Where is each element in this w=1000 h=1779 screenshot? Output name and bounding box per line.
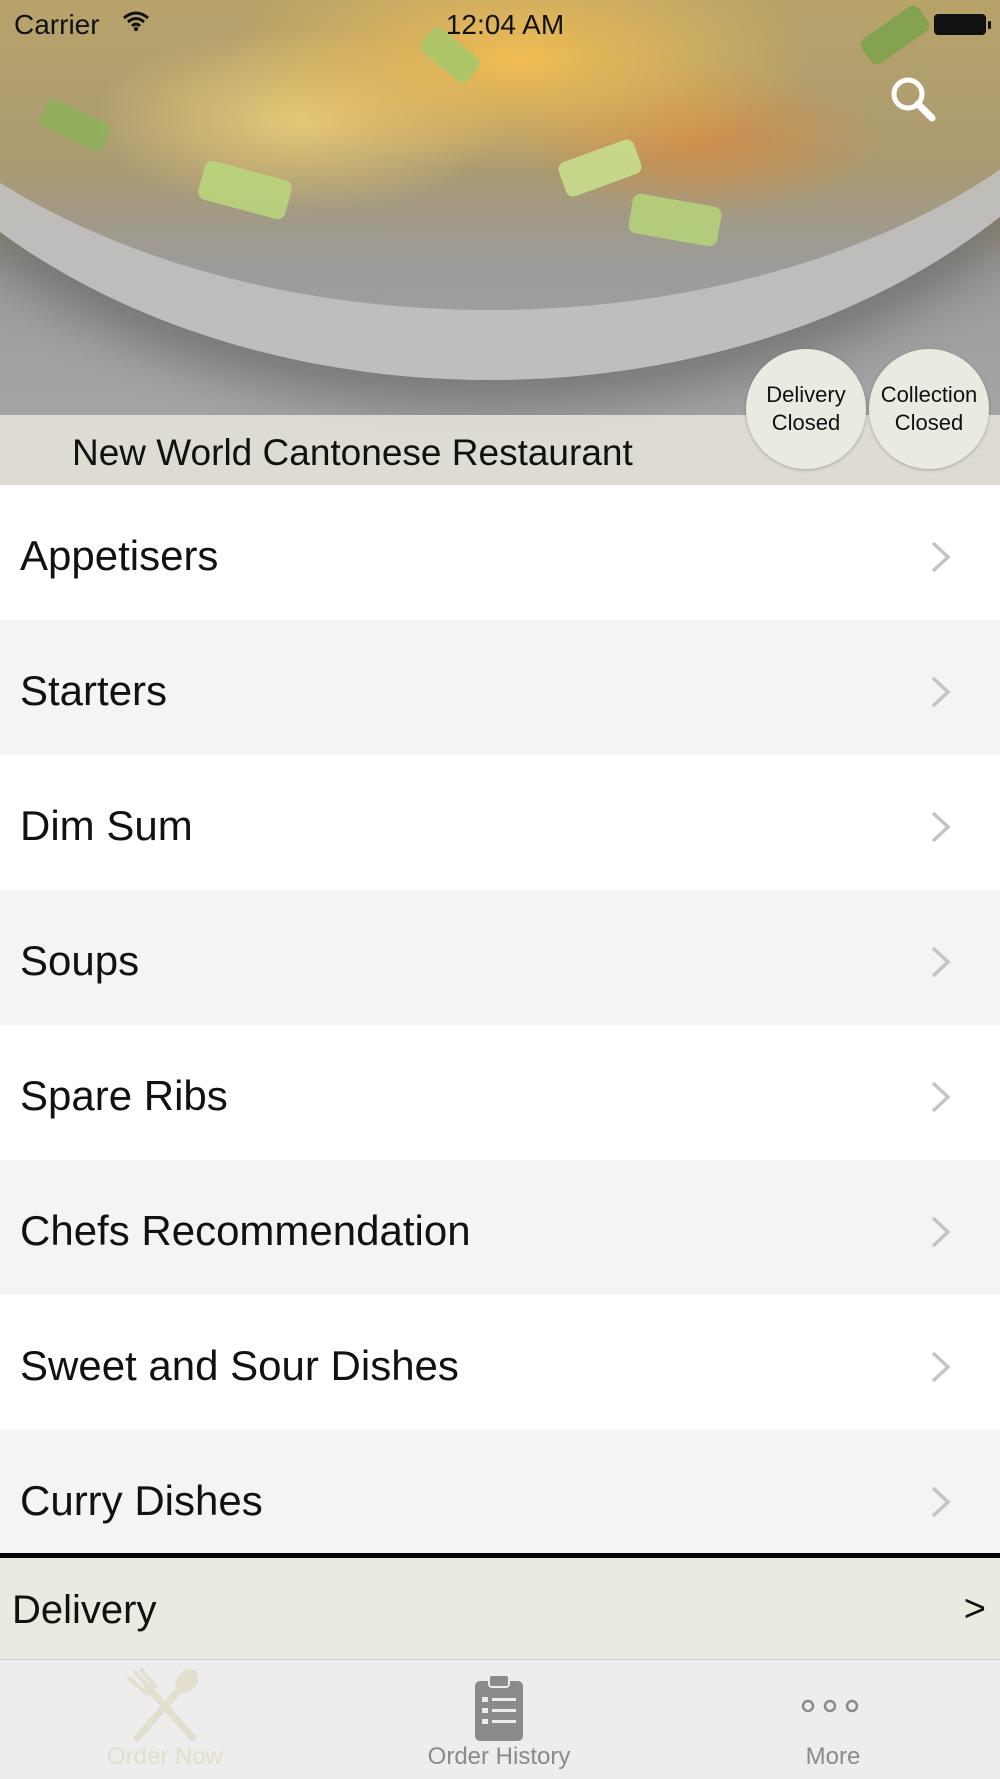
delivery-status-line2: Closed (771, 410, 841, 435)
chevron-right-icon (931, 946, 951, 978)
hero-image: Carrier 12:04 AM New World Cantonese Res… (0, 0, 1000, 485)
menu-item-starters[interactable]: Starters (0, 620, 1000, 755)
tab-order-now[interactable]: Order Now (40, 1660, 290, 1779)
tab-label: Order History (427, 1743, 571, 1770)
menu-item-label: Chefs Recommendation (20, 1207, 471, 1254)
tab-order-history[interactable]: Order History (374, 1660, 624, 1779)
chevron-right-icon (931, 1351, 951, 1383)
chevron-right-icon (931, 1486, 951, 1518)
more-dots-icon (801, 1699, 859, 1713)
menu-item-chefs-recommendation[interactable]: Chefs Recommendation (0, 1160, 1000, 1295)
order-mode-arrow: > (963, 1588, 986, 1630)
menu-item-spare-ribs[interactable]: Spare Ribs (0, 1025, 1000, 1160)
menu-item-label: Dim Sum (20, 802, 193, 849)
chevron-right-icon (931, 676, 951, 708)
status-bar: Carrier 12:04 AM (0, 0, 1000, 50)
menu-item-label: Soups (20, 937, 140, 984)
restaurant-name: New World Cantonese Restaurant (72, 432, 633, 473)
order-mode-bar[interactable]: Delivery > (0, 1553, 1000, 1659)
fork-knife-icon (127, 1668, 199, 1742)
menu-item-label: Spare Ribs (20, 1072, 228, 1119)
menu-category-list: Appetisers Starters Dim Sum Soups Spare … (0, 485, 1000, 1565)
order-mode-label: Delivery (12, 1588, 157, 1632)
clipboard-icon (475, 1674, 523, 1741)
soup-bowl-rim (0, 0, 1000, 380)
delivery-status-badge: Delivery Closed (746, 349, 866, 469)
chevron-right-icon (931, 1081, 951, 1113)
delivery-status-line1: Delivery (766, 382, 846, 407)
search-icon (891, 77, 936, 122)
search-button[interactable] (888, 74, 938, 124)
chevron-right-icon (931, 1216, 951, 1248)
tab-label: More (805, 1743, 861, 1770)
chevron-right-icon (931, 541, 951, 573)
collection-status-badge: Collection Closed (869, 349, 989, 469)
menu-item-label: Starters (20, 667, 168, 714)
menu-item-curry-dishes[interactable]: Curry Dishes (0, 1430, 1000, 1565)
battery-icon (934, 14, 991, 35)
menu-item-label: Appetisers (20, 532, 219, 579)
menu-item-sweet-and-sour[interactable]: Sweet and Sour Dishes (0, 1295, 1000, 1430)
menu-item-dim-sum[interactable]: Dim Sum (0, 755, 1000, 890)
tab-label: Order Now (106, 1743, 224, 1770)
collection-status-line2: Closed (894, 410, 964, 435)
tab-more[interactable]: More (708, 1660, 958, 1779)
status-time: 12:04 AM (445, 9, 565, 40)
menu-item-soups[interactable]: Soups (0, 890, 1000, 1025)
menu-item-appetisers[interactable]: Appetisers (0, 485, 1000, 620)
menu-item-label: Sweet and Sour Dishes (20, 1342, 459, 1389)
tab-bar: Order Now Order History More (0, 1659, 1000, 1779)
collection-status-line1: Collection (880, 382, 978, 407)
chevron-right-icon (931, 811, 951, 843)
menu-item-label: Curry Dishes (20, 1477, 263, 1524)
